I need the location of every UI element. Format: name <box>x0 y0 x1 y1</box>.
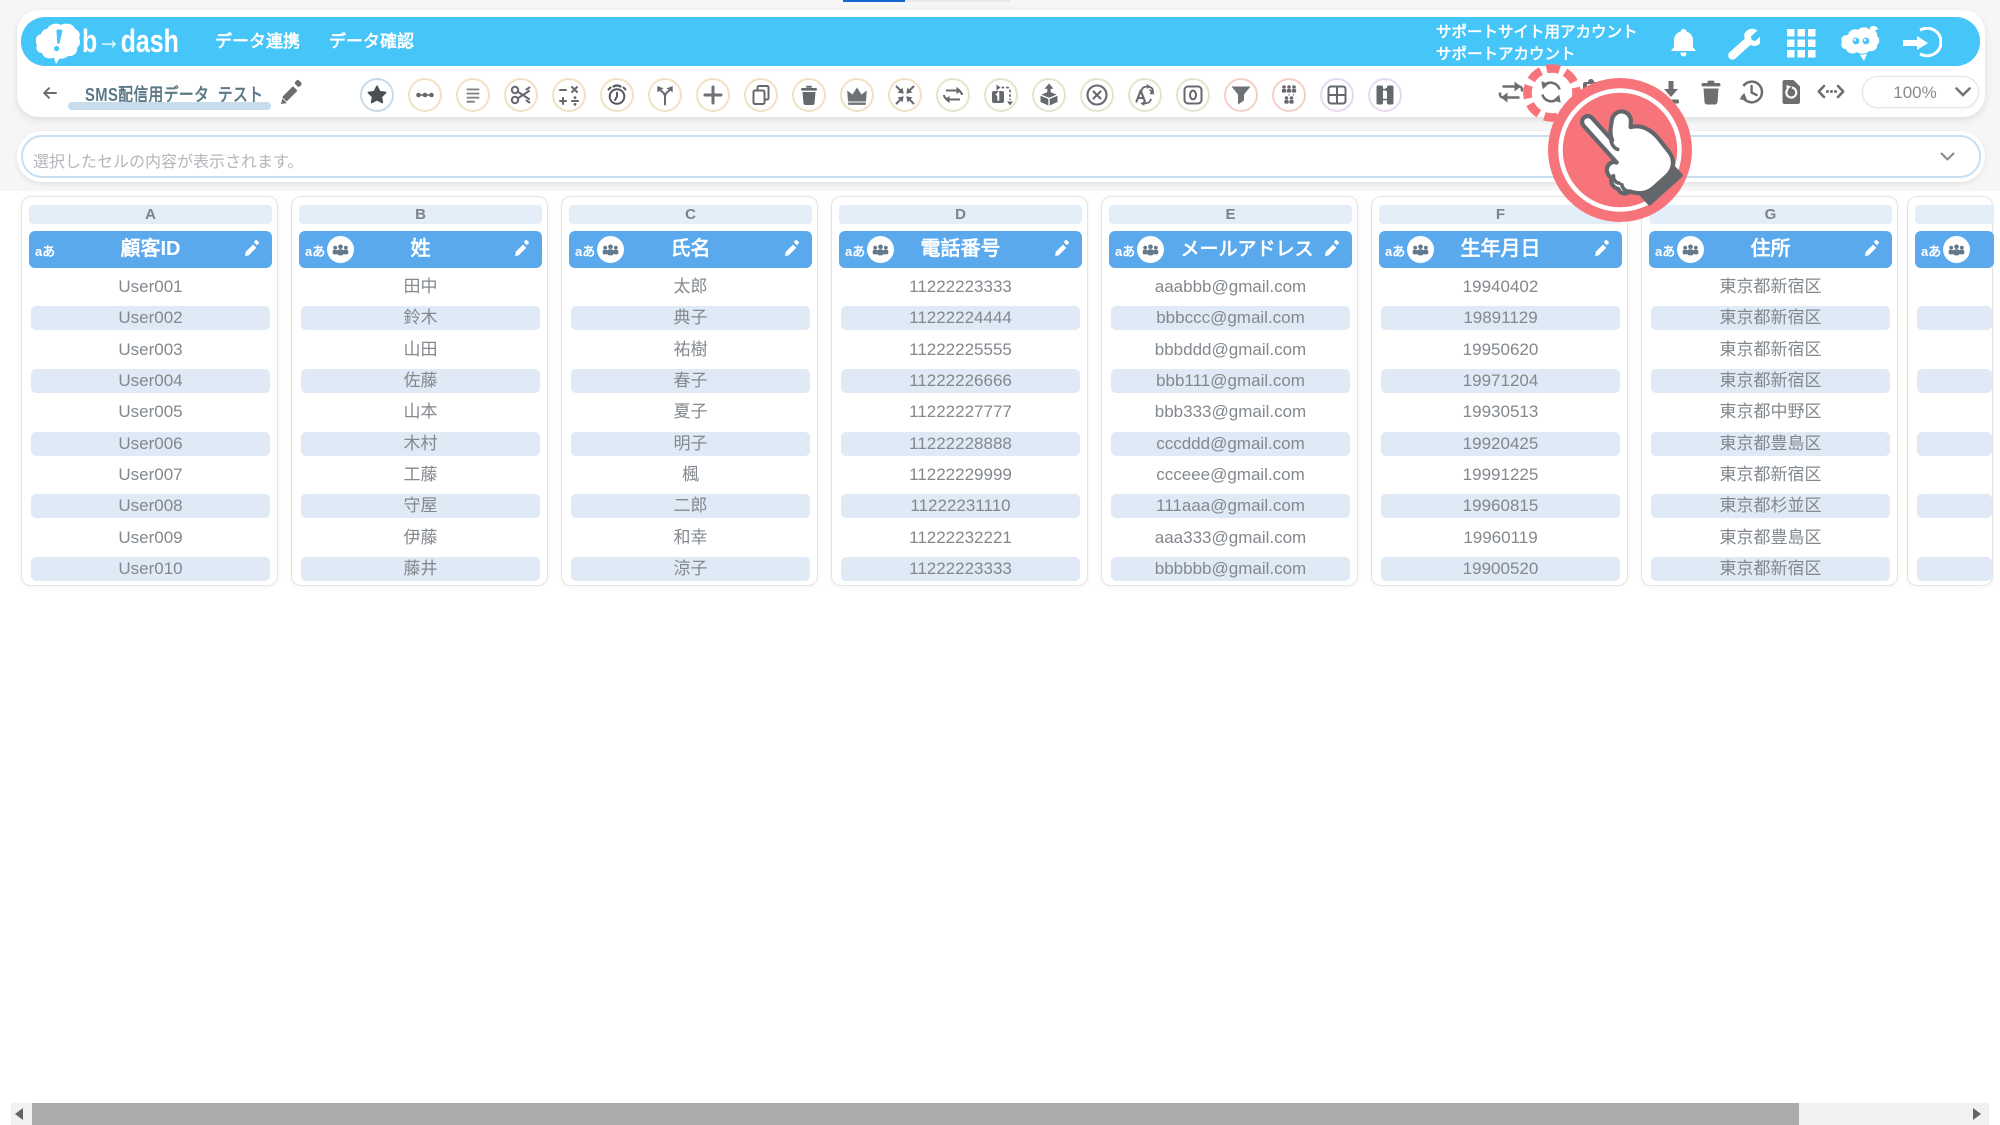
svg-text:a: a <box>1150 87 1155 97</box>
